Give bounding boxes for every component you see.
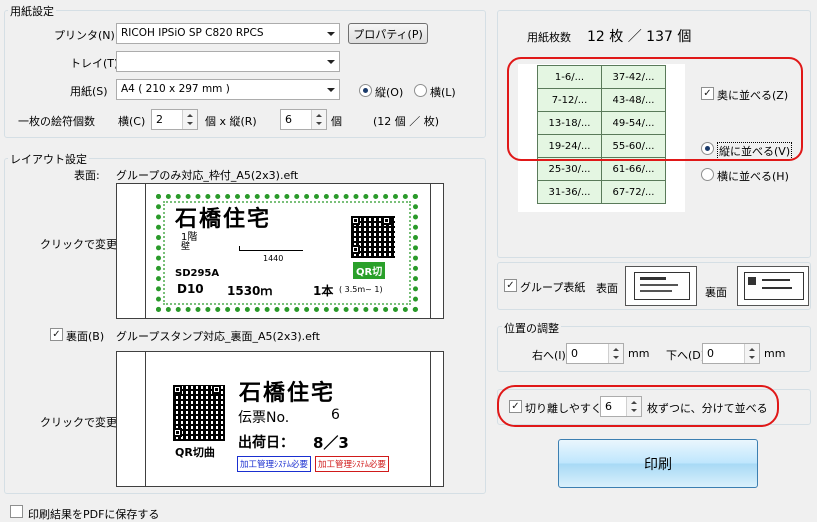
group-cover-front-thumbnail[interactable] bbox=[625, 266, 697, 306]
paper-value: A4 ( 210 x 297 mm ) bbox=[121, 83, 230, 95]
front-file-name: グループのみ対応_枠付_A5(2x3).eft bbox=[116, 169, 299, 182]
highlight-arrangement bbox=[507, 57, 803, 161]
vertical-count-value: 6 bbox=[285, 113, 292, 126]
paper-label: 用紙(S) bbox=[70, 85, 108, 98]
group-cover-back-thumbnail[interactable] bbox=[737, 266, 809, 306]
printer-select[interactable]: RICOH IPSiO SP C820 RPCS bbox=[116, 23, 340, 44]
front-click-to-change[interactable]: クリックで変更 bbox=[40, 236, 117, 252]
right-shift-unit: mm bbox=[628, 347, 650, 360]
tags-per-sheet-label: 一枚の絵符個数 bbox=[18, 115, 95, 128]
right-shift-value: 0 bbox=[571, 347, 578, 360]
landscape-radio[interactable] bbox=[414, 84, 427, 97]
spin-arrows-icon[interactable] bbox=[744, 344, 759, 363]
back-stamp-red: 加工管理ｼｽﾃﾑ必要 bbox=[315, 456, 390, 472]
sheet-count-label: 用紙枚数 bbox=[527, 31, 571, 44]
sheet-grid-cell: 67-72/... bbox=[601, 180, 666, 204]
portrait-label[interactable]: 縦(O) bbox=[375, 84, 403, 100]
group-cover-label[interactable]: グループ表紙 bbox=[520, 279, 585, 295]
back-ship-label: 出荷日： bbox=[238, 435, 294, 451]
portrait-radio[interactable] bbox=[359, 84, 372, 97]
back-stamp-blue: 加工管理ｼｽﾃﾑ必要 bbox=[237, 456, 312, 472]
back-ship-value: 8／3 bbox=[313, 434, 349, 452]
tray-label: トレイ(T) bbox=[70, 57, 119, 70]
back-checkbox-label[interactable]: 裏面(B) bbox=[66, 328, 104, 344]
bar-shape-line bbox=[239, 246, 303, 251]
sheet-grid-row: 31-36/... 67-72/... bbox=[537, 180, 666, 204]
spin-arrows-icon[interactable] bbox=[182, 110, 197, 129]
back-slip-label: 伝票No. bbox=[238, 410, 290, 426]
print-button[interactable]: 印刷 bbox=[558, 439, 758, 488]
front-dimension: 1440 bbox=[263, 254, 284, 263]
back-checkbox[interactable]: ✓ bbox=[50, 328, 63, 341]
horizontal-count-stepper[interactable]: 2 bbox=[151, 109, 198, 130]
down-shift-stepper[interactable]: 0 bbox=[702, 343, 760, 364]
highlight-separate bbox=[497, 385, 779, 427]
printer-label: プリンタ(N) bbox=[54, 29, 115, 42]
sheet-grid-cell: 31-36/... bbox=[537, 180, 602, 204]
qr-finder-icon bbox=[351, 245, 360, 254]
group-cover-back-label: 裏面 bbox=[705, 286, 727, 299]
qr-finder-icon bbox=[173, 428, 182, 437]
tray-select[interactable] bbox=[116, 51, 340, 72]
horizontal-count-value: 2 bbox=[156, 113, 163, 126]
qr-finder-icon bbox=[382, 216, 391, 225]
printer-value: RICOH IPSiO SP C820 RPCS bbox=[121, 27, 264, 39]
position-adjust-title: 位置の調整 bbox=[502, 320, 561, 336]
paper-select[interactable]: A4 ( 210 x 297 mm ) bbox=[116, 79, 340, 100]
count-unit-label: 個 bbox=[331, 115, 342, 128]
horizontal-label: 横(C) bbox=[118, 115, 146, 128]
front-range: ( 3.5m~ 1) bbox=[339, 285, 383, 294]
paper-settings-title: 用紙設定 bbox=[8, 3, 56, 19]
qr-finder-icon bbox=[173, 385, 182, 394]
down-shift-value: 0 bbox=[707, 347, 714, 360]
right-shift-label: 右へ(I) bbox=[532, 349, 566, 362]
qr-finder-icon bbox=[212, 385, 221, 394]
front-code: SD295A bbox=[175, 268, 220, 279]
qr-finder-icon bbox=[351, 216, 360, 225]
front-qr-badge: QR切 bbox=[353, 262, 386, 279]
right-shift-stepper[interactable]: 0 bbox=[566, 343, 624, 364]
front-length: 1530ｍ bbox=[227, 284, 273, 298]
front-sub: 壁 bbox=[181, 242, 191, 252]
arrange-horizontal-radio[interactable] bbox=[701, 168, 714, 181]
total-count-label: (12 個 ／ 枚) bbox=[373, 115, 440, 128]
down-shift-label: 下へ(D) bbox=[666, 349, 706, 362]
group-cover-checkbox[interactable]: ✓ bbox=[504, 279, 517, 292]
property-button[interactable]: プロパティ(P) bbox=[348, 23, 428, 44]
back-click-to-change[interactable]: クリックで変更 bbox=[40, 414, 117, 430]
back-qr-caption: QR切曲 bbox=[175, 446, 215, 459]
vertical-count-stepper[interactable]: 6 bbox=[280, 109, 327, 130]
spin-arrows-icon[interactable] bbox=[608, 344, 623, 363]
chevron-down-icon bbox=[322, 24, 339, 43]
front-label: 表面: bbox=[74, 169, 100, 182]
landscape-label[interactable]: 横(L) bbox=[430, 84, 456, 100]
back-slip-value: 6 bbox=[331, 407, 340, 423]
front-layout-preview[interactable]: 石橋住宅 1階 壁 1440 QR切 SD295A D10 1530ｍ 1本 (… bbox=[116, 183, 444, 319]
chevron-down-icon bbox=[322, 52, 339, 71]
down-shift-unit: mm bbox=[764, 347, 786, 360]
group-cover-front-label: 表面 bbox=[596, 282, 618, 295]
back-company-name: 石橋住宅 bbox=[239, 380, 336, 406]
sheet-count-text: 12 枚 ／ 137 個 bbox=[587, 29, 692, 45]
chevron-down-icon bbox=[322, 80, 339, 99]
back-layout-preview[interactable]: QR切曲 石橋住宅 伝票No. 6 出荷日： 8／3 加工管理ｼｽﾃﾑ必要 加工… bbox=[116, 351, 444, 487]
count-mid-label: 個 x 縦(R) bbox=[205, 115, 257, 128]
pdf-save-checkbox[interactable] bbox=[10, 505, 23, 518]
spin-arrows-icon[interactable] bbox=[311, 110, 326, 129]
front-count: 1本 bbox=[313, 284, 334, 298]
front-diameter: D10 bbox=[177, 282, 204, 296]
pdf-save-label[interactable]: 印刷結果をPDFに保存する bbox=[28, 506, 159, 522]
arrange-horizontal-label[interactable]: 横に並べる(H) bbox=[717, 168, 789, 184]
layout-settings-title: レイアウト設定 bbox=[8, 151, 89, 167]
back-file-name: グループスタンプ対応_裏面_A5(2x3).eft bbox=[116, 330, 320, 343]
